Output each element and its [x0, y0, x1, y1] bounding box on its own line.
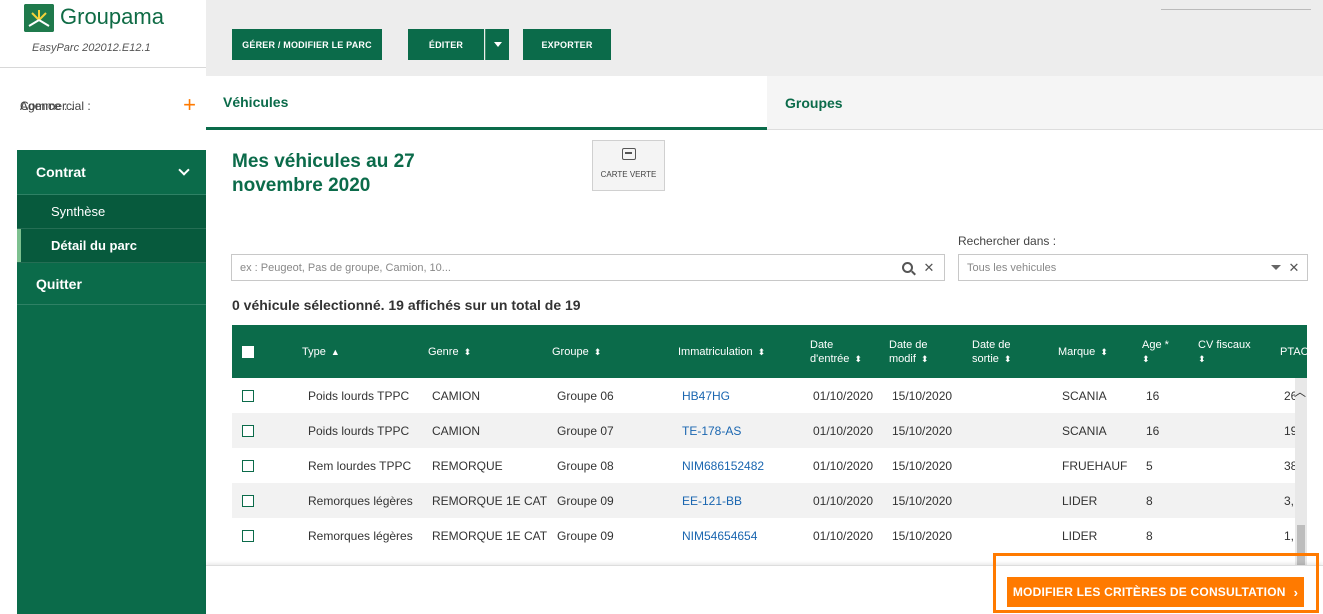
vehicles-table: Type ▲ Genre ⬍ Groupe ⬍ Immatriculation ⬍ Da… [232, 325, 1307, 565]
selection-count: 0 véhicule sélectionné. 19 affichés sur … [232, 297, 581, 313]
row-checkbox[interactable] [242, 530, 254, 542]
immatriculation-link[interactable]: NIM54654654 [682, 518, 757, 553]
sort-icon: ⬍ [1100, 346, 1108, 357]
col-age[interactable]: Age * ⬍ [1142, 325, 1169, 378]
carte-verte-button[interactable]: CARTE VERTE [592, 140, 665, 191]
sort-icon: ⬍ [593, 346, 602, 357]
sort-icon: ⬍ [1142, 353, 1150, 364]
table-row[interactable]: Poids lourds TPPC CAMION Groupe 07 TE-17… [232, 413, 1307, 448]
chevron-down-icon [178, 164, 190, 176]
page-title: Mes véhicules au 27 novembre 2020 [232, 151, 415, 196]
app-version: EasyParc 202012.E12.1 [32, 42, 151, 54]
nav-contrat-submenu: Synthèse Détail du parc [17, 195, 206, 263]
sort-icon: ⬍ [1198, 353, 1206, 364]
search-in-label: Rechercher dans : [958, 234, 1057, 248]
row-checkbox[interactable] [242, 390, 254, 402]
table-row[interactable]: Remorques légères REMORQUE 1E CAT Groupe… [232, 518, 1307, 553]
immatriculation-link[interactable]: EE-121-BB [682, 483, 742, 518]
row-checkbox[interactable] [242, 425, 254, 437]
chevron-up-icon[interactable]: ︿ [1294, 383, 1306, 400]
sort-icon: ⬍ [920, 353, 929, 364]
carte-verte-label: CARTE VERTE [600, 170, 657, 179]
tab-groupes[interactable]: Groupes [767, 76, 1323, 130]
search-input[interactable] [232, 261, 900, 274]
sort-icon: ⬍ [463, 346, 472, 357]
search-scope-value: Tous les vehicules [967, 261, 1057, 274]
immatriculation-link[interactable]: HB47HG [682, 378, 730, 413]
immatriculation-link[interactable]: TE-178-AS [682, 413, 741, 448]
col-type[interactable]: Type ▲ [302, 325, 340, 378]
plus-icon[interactable]: + [183, 92, 196, 118]
edit-dropdown-button[interactable] [485, 29, 509, 60]
clear-icon[interactable]: ✕ [922, 260, 936, 275]
col-cv-fiscaux[interactable]: CV fiscaux ⬍ [1198, 325, 1251, 378]
table-row[interactable]: Poids lourds TPPC CAMION Groupe 06 HB47H… [232, 378, 1307, 413]
col-ptac[interactable]: PTAC [1280, 325, 1307, 378]
toolbar: GÉRER / MODIFIER LE PARC ÉDITER EXPORTER [206, 0, 1323, 76]
col-immatriculation[interactable]: Immatriculation ⬍ [678, 325, 765, 378]
nav-contrat[interactable]: Contrat [17, 150, 206, 195]
brand-name: Groupama [60, 4, 164, 29]
select-all-checkbox[interactable] [242, 346, 254, 358]
edit-button[interactable]: ÉDITER [408, 29, 484, 60]
search-scope-select[interactable]: Tous les vehicules ✕ [958, 254, 1308, 281]
table-header: Type ▲ Genre ⬍ Groupe ⬍ Immatriculation ⬍ Da… [232, 325, 1307, 378]
groupama-logo-icon [24, 4, 54, 32]
modify-criteria-button[interactable]: MODIFIER LES CRITÈRES DE CONSULTATION › [1007, 577, 1304, 607]
export-button[interactable]: EXPORTER [523, 29, 611, 60]
col-date-sortie[interactable]: Date de sortie ⬍ [972, 325, 1011, 378]
sort-icon: ⬍ [854, 353, 862, 364]
sort-icon: ⬍ [1003, 353, 1012, 364]
col-groupe[interactable]: Groupe ⬍ [552, 325, 601, 378]
card-icon [621, 148, 636, 160]
caret-down-icon [1271, 265, 1281, 270]
clear-icon[interactable]: ✕ [1287, 260, 1301, 275]
sort-asc-icon: ▲ [330, 346, 340, 357]
search-icon[interactable] [900, 261, 914, 275]
sidebar: Groupama EasyParc 202012.E12.1 Agence : … [0, 0, 206, 614]
chevron-right-icon: › [1293, 584, 1299, 600]
col-marque[interactable]: Marque ⬍ [1058, 325, 1108, 378]
nav-quitter[interactable]: Quitter [17, 263, 206, 305]
top-field[interactable] [1161, 5, 1311, 10]
main-content: GÉRER / MODIFIER LE PARC ÉDITER EXPORTER… [206, 0, 1323, 614]
col-date-modif[interactable]: Date de modif ⬍ [889, 325, 928, 378]
nav-item-detail-parc[interactable]: Détail du parc [17, 229, 206, 263]
sort-icon: ⬍ [757, 346, 766, 357]
nav-item-synthese[interactable]: Synthèse [17, 195, 206, 229]
modify-criteria-label: MODIFIER LES CRITÈRES DE CONSULTATION [1012, 585, 1286, 599]
tab-vehicules[interactable]: Véhicules [206, 76, 767, 130]
row-checkbox[interactable] [242, 460, 254, 472]
table-row[interactable]: Rem lourdes TPPC REMORQUE Groupe 08 NIM6… [232, 448, 1307, 483]
caret-down-icon [493, 42, 502, 47]
immatriculation-link[interactable]: NIM686152482 [682, 448, 764, 483]
row-checkbox[interactable] [242, 495, 254, 507]
side-nav: Contrat Synthèse Détail du parc Quitter [17, 150, 206, 614]
nav-contrat-label: Contrat [36, 164, 86, 180]
table-row[interactable]: Remorques légères REMORQUE 1E CAT Groupe… [232, 483, 1307, 518]
search-field: ✕ [231, 254, 945, 281]
tabs: Véhicules Groupes [206, 76, 1323, 130]
manage-fleet-button[interactable]: GÉRER / MODIFIER LE PARC [232, 29, 382, 60]
col-genre[interactable]: Genre ⬍ [428, 325, 471, 378]
col-date-entree[interactable]: Date d'entrée ⬍ [810, 325, 862, 378]
brand-header: Groupama EasyParc 202012.E12.1 [0, 0, 206, 68]
